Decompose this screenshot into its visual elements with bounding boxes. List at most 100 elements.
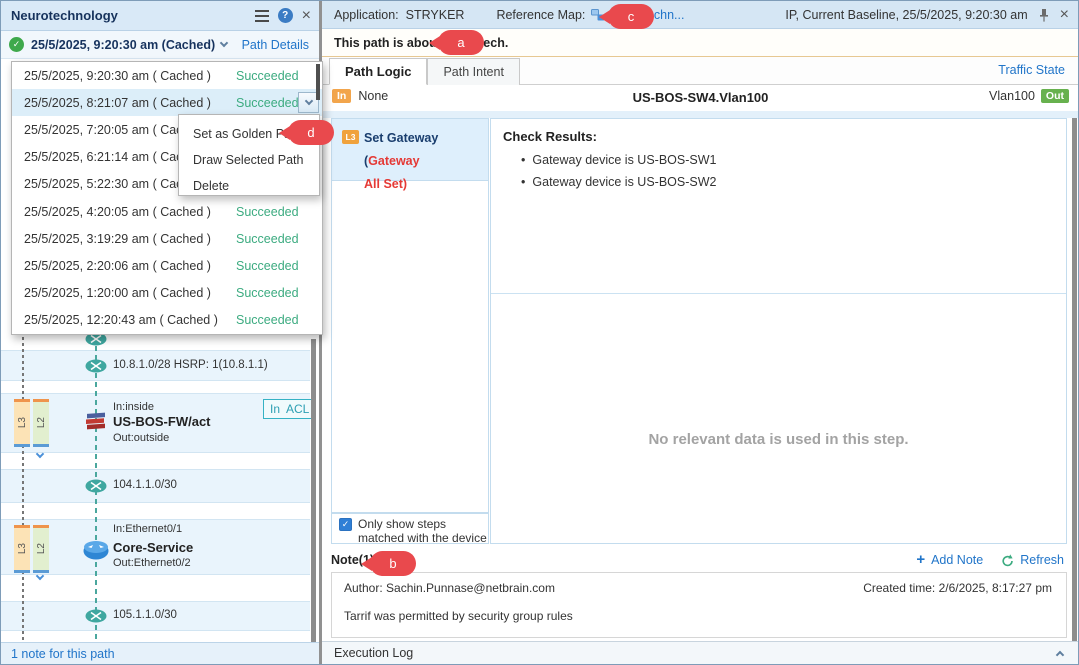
- menu-icon[interactable]: [255, 10, 269, 22]
- current-run-timestamp[interactable]: 25/5/2025, 9:20:30 am (Cached): [31, 38, 215, 52]
- run-timestamp: 25/5/2025, 8:21:07 am ( Cached ): [24, 96, 211, 110]
- run-status: Succeeded: [236, 259, 299, 273]
- in-interface-label: In:Ethernet0/1: [113, 523, 182, 535]
- network-label: 105.1.1.0/30: [113, 609, 177, 621]
- steps-list: L3 Set Gateway (Gateway All Set): [331, 118, 489, 513]
- in-acl-badge[interactable]: In ACL: [263, 399, 316, 419]
- execution-log-label: Execution Log: [334, 646, 413, 660]
- l3-tab[interactable]: L3: [14, 525, 30, 573]
- run-history-item[interactable]: 25/5/2025, 4:20:05 am ( Cached ) Succeed…: [12, 198, 322, 225]
- pin-icon[interactable]: [1038, 8, 1050, 22]
- run-history-item[interactable]: 25/5/2025, 12:20:43 am ( Cached ) Succee…: [12, 307, 322, 334]
- application-value: STRYKER: [406, 8, 465, 22]
- checkbox-label-line1: Only show steps: [358, 517, 446, 531]
- check-results-title: Check Results:: [503, 129, 597, 144]
- device-name[interactable]: Core-Service: [113, 540, 193, 555]
- l3-step-badge: L3: [342, 130, 359, 144]
- tab-path-logic[interactable]: Path Logic: [329, 58, 427, 85]
- network-node-icon[interactable]: [85, 609, 107, 623]
- check-results-panel: Check Results: •Gateway device is US-BOS…: [490, 118, 1067, 544]
- device-name[interactable]: US-BOS-FW/act: [113, 414, 211, 429]
- run-timestamp: 25/5/2025, 1:20:00 am ( Cached ): [24, 286, 211, 300]
- chevron-down-icon[interactable]: [220, 39, 228, 47]
- path-line-l3: [22, 337, 24, 641]
- baseline-info: IP, Current Baseline, 25/5/2025, 9:20:30…: [785, 8, 1027, 22]
- results-divider: [491, 293, 1066, 294]
- right-panel-scrollbar[interactable]: [1072, 118, 1077, 641]
- l3-tab-label: L3: [17, 543, 28, 554]
- out-interface-label: Out:outside: [113, 432, 169, 444]
- collapse-chevron-icon[interactable]: [1056, 651, 1064, 659]
- callout-a: a: [438, 30, 484, 55]
- step-set-gateway[interactable]: L3 Set Gateway (Gateway All Set): [332, 119, 488, 181]
- check-result-item: •Gateway device is US-BOS-SW1: [521, 153, 716, 167]
- traffic-state-link[interactable]: Traffic State: [998, 63, 1065, 77]
- run-status: Succeeded: [236, 96, 299, 110]
- bullet-icon: •: [521, 175, 525, 189]
- run-status: Succeeded: [236, 232, 299, 246]
- refresh-button[interactable]: Refresh: [1020, 553, 1064, 567]
- run-status: Succeeded: [236, 205, 299, 219]
- path-details-link[interactable]: Path Details: [242, 38, 309, 52]
- l3-tab-label: L3: [17, 417, 28, 428]
- only-show-steps-checkbox[interactable]: ✓: [339, 518, 352, 531]
- menu-item-delete[interactable]: Delete: [179, 173, 319, 199]
- application-label: Application:: [334, 8, 399, 22]
- l3-tab[interactable]: L3: [14, 399, 30, 447]
- plus-icon: +: [916, 554, 925, 566]
- callout-c: c: [608, 4, 654, 29]
- bullet-icon: •: [521, 153, 525, 167]
- l2-tab-label: L2: [36, 417, 47, 428]
- tab-path-intent[interactable]: Path Intent: [427, 58, 519, 85]
- add-note-button[interactable]: Add Note: [931, 553, 983, 567]
- note-created-time: Created time: 2/6/2025, 8:17:27 pm: [863, 581, 1052, 595]
- run-status: Succeeded: [236, 286, 299, 300]
- success-check-icon: ✓: [9, 37, 24, 52]
- callout-d: d: [288, 120, 334, 145]
- reference-map-label: Reference Map:: [496, 8, 585, 22]
- run-history-item[interactable]: 25/5/2025, 3:19:29 am ( Cached ) Succeed…: [12, 225, 322, 252]
- help-icon[interactable]: ?: [278, 8, 293, 23]
- firewall-icon[interactable]: [86, 410, 106, 432]
- content-strip: [322, 111, 1079, 118]
- callout-b: b: [370, 551, 416, 576]
- left-panel-header: Neurotechnology ? ×: [1, 1, 319, 31]
- run-history-item[interactable]: 25/5/2025, 2:20:06 am ( Cached ) Succeed…: [12, 252, 322, 279]
- tab-bar: Path Logic Path Intent Traffic State: [322, 57, 1079, 85]
- network-label: 10.8.1.0/28 HSRP: 1(10.8.1.1): [113, 359, 268, 371]
- router-icon[interactable]: [83, 539, 109, 560]
- l2-tab[interactable]: L2: [33, 399, 49, 447]
- close-icon[interactable]: ×: [302, 9, 311, 23]
- menu-item-draw-selected-path[interactable]: Draw Selected Path: [179, 147, 319, 173]
- dropdown-scrollbar[interactable]: [316, 64, 320, 100]
- run-history-item[interactable]: 25/5/2025, 9:20:30 am ( Cached ) Succeed…: [12, 62, 322, 89]
- left-panel-scrollbar[interactable]: [311, 339, 316, 642]
- in-interface-label: In:inside: [113, 401, 154, 413]
- device-bar-title: US-BOS-SW4.Vlan100: [322, 90, 1079, 105]
- checkbox-label-line2: matched with the device: [358, 531, 487, 545]
- note-count-link[interactable]: 1 note for this path: [11, 647, 115, 661]
- steps-filter-box: ✓ Only show steps matched with the devic…: [331, 513, 489, 544]
- step-title-red2: All Set): [364, 177, 407, 191]
- run-timestamp: 25/5/2025, 3:19:29 am ( Cached ): [24, 232, 211, 246]
- path-title: Neurotechnology: [11, 8, 118, 23]
- close-panel-icon[interactable]: ×: [1060, 8, 1069, 22]
- note-author: Author: Sachin.Punnase@netbrain.com: [344, 581, 555, 595]
- execution-log-bar[interactable]: Execution Log: [322, 641, 1079, 664]
- current-run-bar: ✓ 25/5/2025, 9:20:30 am (Cached) Path De…: [1, 31, 319, 59]
- run-timestamp: 25/5/2025, 4:20:05 am ( Cached ): [24, 205, 211, 219]
- out-value: Vlan100: [989, 89, 1035, 103]
- l2-tab[interactable]: L2: [33, 525, 49, 573]
- run-history-item-selected[interactable]: 25/5/2025, 8:21:07 am ( Cached ) Succeed…: [12, 89, 322, 116]
- note-card: Author: Sachin.Punnase@netbrain.com Crea…: [331, 572, 1067, 638]
- run-history-item[interactable]: 25/5/2025, 1:20:00 am ( Cached ) Succeed…: [12, 280, 322, 307]
- l2-tab-label: L2: [36, 543, 47, 554]
- network-node-icon[interactable]: [85, 359, 107, 373]
- step-title-red: Gateway: [368, 154, 419, 168]
- note-body: Tarrif was permitted by security group r…: [344, 609, 573, 623]
- map-header-bar: Application: STRYKER Reference Map: Neur…: [322, 1, 1079, 29]
- run-timestamp: 25/5/2025, 9:20:30 am ( Cached ): [24, 69, 211, 83]
- network-node-icon[interactable]: [85, 479, 107, 493]
- check-result-item: •Gateway device is US-BOS-SW2: [521, 175, 716, 189]
- run-status: Succeeded: [236, 313, 299, 327]
